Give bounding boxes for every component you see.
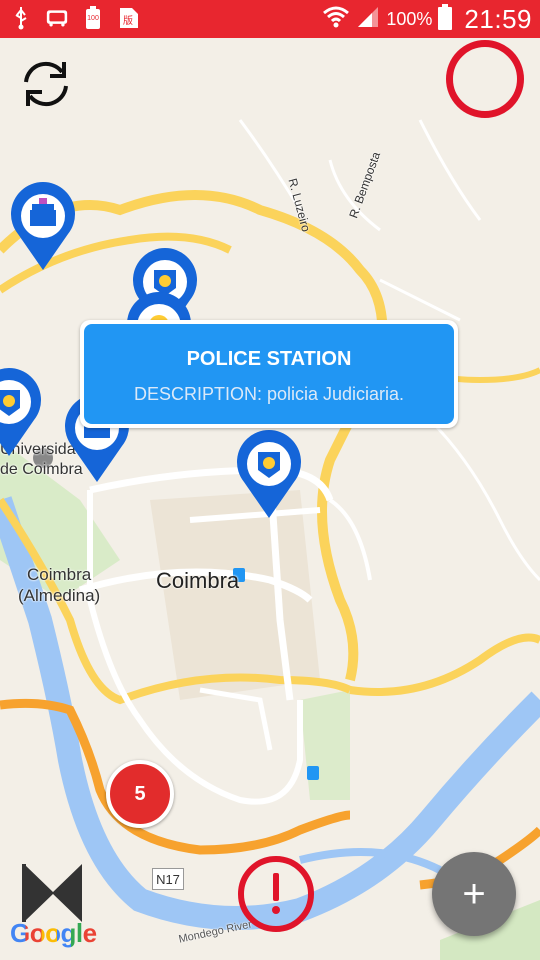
skip-button[interactable]: [20, 860, 86, 926]
city-label: Coimbra: [156, 568, 240, 593]
museum-marker[interactable]: [10, 182, 76, 272]
road-shield-n17: N17: [152, 868, 184, 890]
report-alert-button[interactable]: [238, 856, 314, 932]
police-marker[interactable]: [236, 430, 302, 520]
input-method-icon: 版: [118, 6, 140, 30]
system-status: 100% 21:59: [322, 0, 532, 38]
svg-text:版: 版: [123, 14, 133, 27]
status-bar: 100 版 100% 21:59: [0, 0, 540, 38]
notification-icons: 100 版: [10, 6, 140, 30]
info-window-title: POLICE STATION: [186, 348, 352, 370]
marker-info-window[interactable]: POLICE STATION DESCRIPTION: policia Judi…: [80, 320, 458, 428]
clock: 21:59: [464, 3, 532, 34]
info-window-body: POLICE STATION DESCRIPTION: policia Judi…: [84, 324, 454, 424]
google-logo: Google: [10, 918, 97, 949]
usb-icon: [10, 6, 32, 30]
svg-text:100: 100: [87, 15, 99, 22]
exclamation-icon: [272, 873, 280, 914]
cluster-count: 5: [134, 782, 146, 805]
wifi-icon: [322, 5, 350, 34]
signal-icon: [356, 5, 380, 34]
police-marker[interactable]: [0, 368, 42, 458]
marker-cluster[interactable]: 5: [106, 760, 174, 828]
map-view[interactable]: R. Luzeiro R. Bemposta Universidade de C…: [0, 38, 540, 960]
battery-percentage: 100%: [386, 8, 433, 29]
battery-saver-icon: 100: [82, 6, 104, 30]
add-button[interactable]: +: [432, 852, 516, 936]
battery-icon: [438, 3, 453, 35]
skip-icon: [22, 864, 82, 922]
record-button[interactable]: [446, 40, 524, 118]
refresh-button[interactable]: [14, 52, 78, 116]
district-label: Coimbra (Almedina): [18, 565, 101, 605]
google-logo-text: Google: [10, 918, 97, 948]
info-window-description: DESCRIPTION: policia Judiciaria.: [133, 384, 405, 404]
sim-card-icon: [46, 6, 68, 30]
refresh-icon: [24, 61, 68, 107]
